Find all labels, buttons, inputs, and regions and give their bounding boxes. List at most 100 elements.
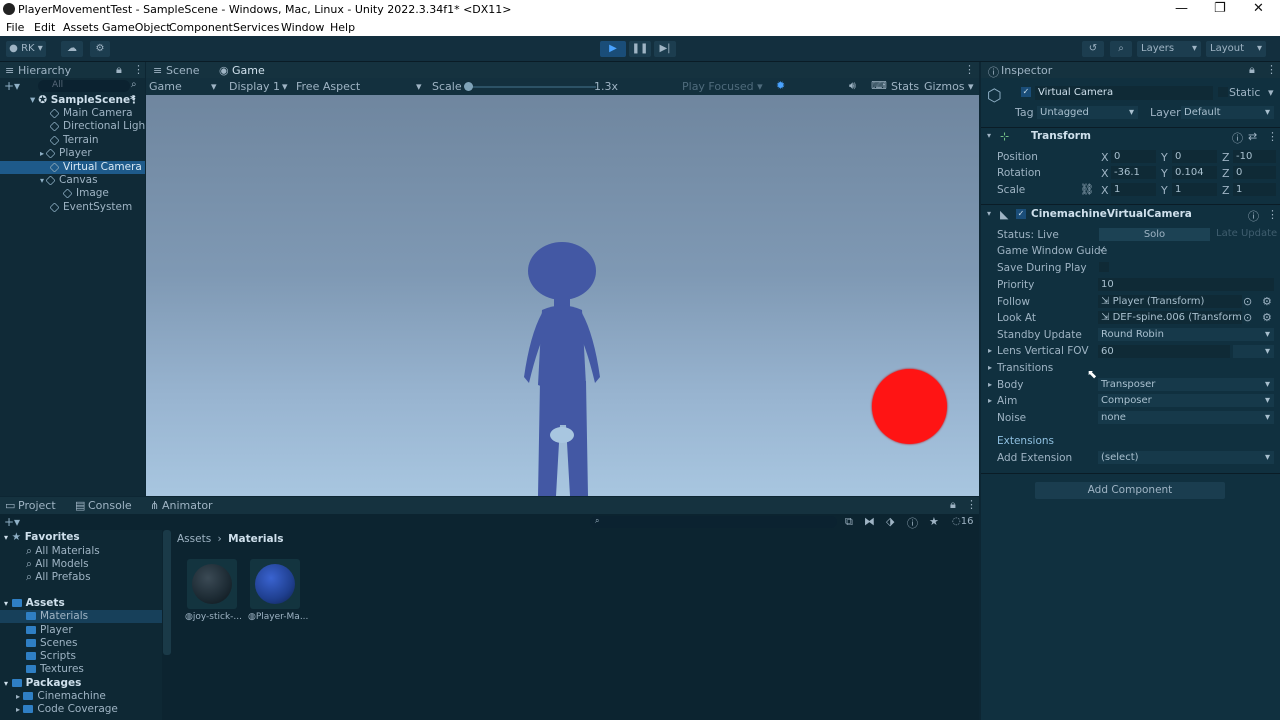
rotation-x-field[interactable]: -36.1 — [1111, 166, 1156, 179]
keyboard-icon[interactable]: ⌨ — [871, 79, 887, 92]
gear-icon[interactable]: ⚙ — [1262, 311, 1272, 324]
layers-dropdown[interactable]: Layers ▾ — [1137, 41, 1201, 57]
favorite-all-materials[interactable]: ⌕ All Materials — [26, 545, 100, 558]
body-dropdown[interactable]: Transposer ▾ — [1098, 378, 1274, 391]
display-dropdown[interactable]: Display 1 ▾ — [229, 80, 288, 93]
fold-arrow-icon[interactable]: ▾ — [987, 209, 991, 218]
menu-gameobject[interactable]: GameObject — [102, 21, 171, 34]
fold-arrow-icon[interactable]: ▾ — [987, 131, 991, 140]
tab-project[interactable]: Project — [18, 499, 56, 512]
noise-dropdown[interactable]: none ▾ — [1098, 411, 1274, 424]
active-checkbox[interactable]: ✓ — [1021, 87, 1031, 97]
star-icon[interactable]: ★ — [929, 515, 939, 528]
fold-arrow-icon[interactable]: ▸ — [988, 346, 992, 355]
close-button[interactable]: ✕ — [1253, 1, 1264, 16]
hierarchy-item-canvas[interactable]: ▾ Canvas — [0, 174, 145, 187]
lock-icon[interactable]: 🔒︎ — [1249, 63, 1255, 77]
menu-assets[interactable]: Assets — [63, 21, 99, 34]
step-button[interactable]: ▶| — [654, 41, 676, 57]
folder-materials[interactable]: Materials — [0, 610, 162, 623]
position-x-field[interactable]: 0 — [1111, 150, 1156, 163]
add-object-button[interactable]: +▾ — [4, 79, 26, 93]
lock-icon[interactable]: 🔒︎ — [116, 63, 122, 77]
minimize-button[interactable]: — — [1175, 1, 1188, 16]
hierarchy-item-image[interactable]: Image — [0, 187, 145, 200]
rotation-z-field[interactable]: 0 — [1233, 166, 1276, 179]
lens-preset-dropdown[interactable]: ▾ — [1233, 345, 1274, 358]
more-icon[interactable]: ⋮ — [966, 498, 977, 511]
hierarchy-item-directional-light[interactable]: Directional Light — [0, 120, 145, 133]
search-icon[interactable]: ⌕ — [1110, 41, 1132, 57]
account-button[interactable]: ● RK ▾ — [6, 41, 46, 57]
jump-button-circle[interactable] — [872, 369, 947, 444]
favorite-all-prefabs[interactable]: ⌕ All Prefabs — [26, 571, 91, 584]
tab-hierarchy[interactable]: Hierarchy — [18, 64, 71, 77]
folder-textures[interactable]: Textures — [26, 663, 84, 675]
static-checkbox[interactable] — [1218, 87, 1228, 97]
breadcrumb-assets[interactable]: Assets — [177, 533, 211, 545]
look-at-field[interactable]: ⇲ DEF-spine.006 (Transform) — [1098, 311, 1242, 324]
more-icon[interactable]: ⋮ — [1267, 130, 1278, 143]
gear-icon[interactable]: ⚙ — [1262, 295, 1272, 308]
target-picker-icon[interactable]: ⊙ — [1243, 295, 1252, 308]
folder-scripts[interactable]: Scripts — [26, 650, 76, 662]
audio-icon[interactable]: 🔊︎ — [849, 79, 856, 93]
scale-slider-handle[interactable] — [464, 82, 473, 91]
packages-folder[interactable]: ▾ Packages — [4, 677, 81, 689]
material-label[interactable]: ◍joy-stick-... — [185, 612, 242, 622]
search-by-label-icon[interactable]: ⧓ — [864, 515, 875, 528]
menu-edit[interactable]: Edit — [34, 21, 55, 34]
material-label[interactable]: ◍Player-Ma... — [248, 612, 308, 622]
hierarchy-item-virtual-camera[interactable]: Virtual Camera — [0, 161, 145, 174]
hierarchy-item-eventsystem[interactable]: EventSystem — [0, 201, 145, 214]
menu-window[interactable]: Window — [281, 21, 324, 34]
scale-y-field[interactable]: 1 — [1172, 183, 1217, 196]
scale-z-field[interactable]: 1 — [1233, 183, 1276, 196]
position-z-field[interactable]: -10 — [1233, 150, 1276, 163]
favorites-heading[interactable]: ▾ ★ Favorites — [4, 531, 80, 543]
aim-dropdown[interactable]: Composer ▾ — [1098, 394, 1274, 407]
aspect-dropdown[interactable]: Free Aspect ▾ — [296, 80, 422, 93]
more-icon[interactable]: ⋮ — [964, 63, 975, 76]
tab-animator[interactable]: Animator — [162, 499, 213, 512]
menu-component[interactable]: Component — [169, 21, 233, 34]
info-icon[interactable]: ⓘ — [907, 515, 918, 531]
material-thumbnail[interactable] — [187, 559, 237, 609]
lock-icon[interactable]: 🔒︎ — [950, 498, 956, 512]
search-by-type-icon[interactable]: ⧉ — [845, 515, 853, 529]
folder-scenes[interactable]: Scenes — [26, 637, 77, 649]
fold-arrow-icon[interactable]: ▸ — [988, 380, 992, 389]
game-mode-dropdown[interactable]: Game ▾ — [149, 80, 217, 93]
tag-icon[interactable]: ⬗ — [886, 515, 894, 528]
scale-slider[interactable] — [464, 82, 596, 91]
pause-button[interactable]: ❚❚ — [629, 41, 651, 57]
rotation-y-field[interactable]: 0.104 — [1172, 166, 1217, 179]
chevron-down-icon[interactable]: ▾ — [1268, 86, 1274, 99]
transform-title[interactable]: Transform — [1031, 130, 1091, 142]
project-search-input[interactable]: ⌕ — [590, 516, 837, 528]
menu-help[interactable]: Help — [330, 21, 355, 34]
favorite-all-models[interactable]: ⌕ All Models — [26, 558, 89, 571]
history-icon[interactable]: ↺ — [1082, 41, 1104, 57]
lens-fov-field[interactable]: 60 — [1098, 345, 1230, 358]
play-focused-dropdown[interactable]: Play Focused ▾ — [682, 80, 763, 93]
tab-console[interactable]: Console — [88, 499, 132, 512]
hierarchy-search-input[interactable]: All — [38, 80, 130, 92]
object-name-input[interactable]: Virtual Camera — [1035, 86, 1213, 100]
layout-dropdown[interactable]: Layout ▾ — [1206, 41, 1266, 57]
game-window-guides-checkbox[interactable]: ✓ — [1099, 245, 1109, 255]
add-extension-dropdown[interactable]: (select) ▾ — [1098, 451, 1274, 464]
link-icon[interactable]: ⛓ — [1080, 183, 1094, 196]
material-thumbnail[interactable] — [250, 559, 300, 609]
package-code-coverage[interactable]: ▸ Code Coverage — [16, 703, 118, 715]
priority-field[interactable]: 10 — [1098, 278, 1274, 291]
follow-field[interactable]: ⇲ Player (Transform) — [1098, 295, 1242, 308]
tab-inspector[interactable]: Inspector — [1001, 64, 1052, 77]
more-icon[interactable]: ⋮ — [133, 63, 144, 76]
target-picker-icon[interactable]: ⊙ — [1243, 311, 1252, 324]
breadcrumb-materials[interactable]: Materials — [228, 533, 283, 545]
solo-button[interactable]: Solo — [1099, 228, 1210, 241]
maximize-button[interactable]: ❐ — [1214, 1, 1226, 16]
stats-button[interactable]: Stats — [891, 80, 919, 93]
menu-file[interactable]: File — [6, 21, 24, 34]
